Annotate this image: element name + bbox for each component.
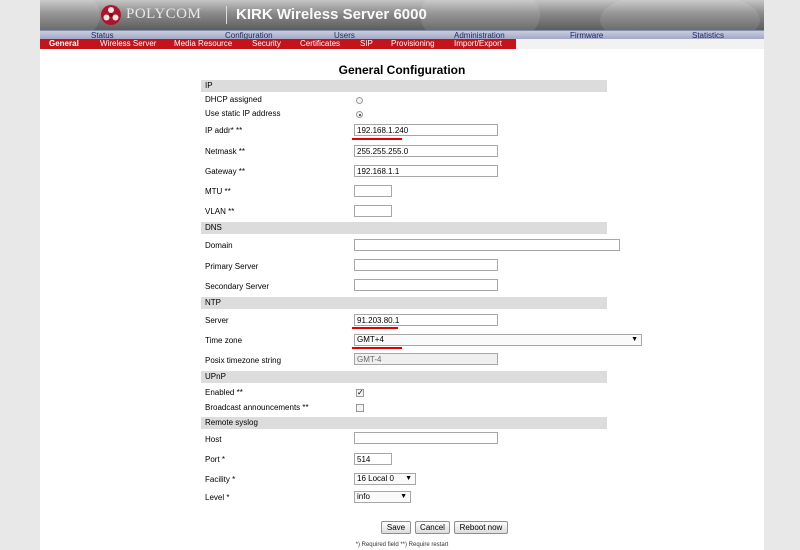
static-ip-radio[interactable] (356, 111, 363, 118)
timezone-select[interactable]: GMT+4 ▼ (354, 334, 642, 346)
secondary-dns-input[interactable] (354, 279, 498, 291)
syslog-port-input[interactable] (354, 453, 392, 465)
syslog-host-label: Host (205, 435, 222, 444)
mtu-label: MTU ** (205, 187, 231, 196)
subnav-general[interactable]: General (49, 39, 79, 49)
section-ip-header: IP (201, 80, 607, 92)
broadcast-label: Broadcast announcements ** (205, 403, 309, 412)
dhcp-radio[interactable] (356, 97, 363, 104)
posix-label: Posix timezone string (205, 356, 282, 365)
ntp-server-highlight (352, 327, 398, 329)
timezone-value: GMT+4 (357, 335, 384, 344)
ntp-server-label: Server (205, 316, 229, 325)
vlan-label: VLAN ** (205, 207, 235, 216)
syslog-level-label: Level * (205, 493, 230, 502)
polycom-logo-icon (101, 5, 121, 25)
chevron-down-icon: ▼ (400, 493, 407, 500)
gateway-input[interactable] (354, 165, 498, 177)
primary-dns-label: Primary Server (205, 262, 259, 271)
reboot-button[interactable]: Reboot now (454, 521, 508, 534)
sub-nav: General Wireless Server Media Resource S… (40, 39, 516, 49)
section-dns-header: DNS (201, 222, 607, 234)
product-title: KIRK Wireless Server 6000 (236, 6, 427, 23)
posix-input (354, 353, 498, 365)
section-ntp-header: NTP (201, 297, 607, 309)
main-nav: Status Configuration Users Administratio… (40, 30, 764, 40)
ip-addr-highlight (352, 138, 402, 140)
subnav-sip[interactable]: SIP (360, 39, 373, 49)
mtu-input[interactable] (354, 185, 392, 197)
subnav-import-export[interactable]: Import/Export (454, 39, 502, 49)
cancel-button[interactable]: Cancel (415, 521, 450, 534)
timezone-label: Time zone (205, 336, 243, 345)
secondary-dns-label: Secondary Server (205, 282, 270, 291)
gateway-label: Gateway ** (205, 167, 246, 176)
header-banner: POLYCOM KIRK Wireless Server 6000 (40, 0, 764, 30)
domain-label: Domain (205, 241, 233, 250)
timezone-highlight (352, 347, 402, 349)
subnav-security[interactable]: Security (252, 39, 281, 49)
syslog-port-label: Port * (205, 455, 226, 464)
page: POLYCOM KIRK Wireless Server 6000 Status… (40, 0, 764, 550)
section-upnp-header: UPnP (201, 371, 607, 383)
ip-addr-label: IP addr* ** (205, 126, 243, 135)
static-ip-label: Use static IP address (205, 109, 281, 118)
subnav-certificates[interactable]: Certificates (300, 39, 340, 49)
broadcast-checkbox[interactable] (356, 404, 364, 412)
syslog-level-select[interactable]: info ▼ (354, 491, 411, 503)
primary-dns-input[interactable] (354, 259, 498, 271)
save-button[interactable]: Save (381, 521, 411, 534)
required-footnote: *) Required field **) Require restart (355, 542, 449, 548)
subnav-filler (516, 39, 764, 49)
vlan-input[interactable] (354, 205, 392, 217)
upnp-enabled-label: Enabled ** (205, 388, 243, 397)
upnp-enabled-checkbox[interactable]: ✓ (356, 389, 364, 397)
ntp-server-input[interactable] (354, 314, 498, 326)
syslog-level-value: info (357, 492, 370, 501)
domain-input[interactable] (354, 239, 620, 251)
netmask-label: Netmask ** (205, 147, 246, 156)
syslog-facility-label: Facility * (205, 475, 236, 484)
chevron-down-icon: ▼ (631, 336, 638, 343)
section-syslog-header: Remote syslog (201, 417, 607, 429)
brand-name: POLYCOM (126, 6, 202, 22)
subnav-provisioning[interactable]: Provisioning (391, 39, 435, 49)
ip-addr-input[interactable] (354, 124, 498, 136)
page-title: General Configuration (338, 63, 466, 77)
header-divider (226, 6, 227, 24)
dhcp-label: DHCP assigned (205, 95, 262, 104)
subnav-media-resource[interactable]: Media Resource (174, 39, 232, 49)
chevron-down-icon: ▼ (405, 475, 412, 482)
netmask-input[interactable] (354, 145, 498, 157)
subnav-wireless-server[interactable]: Wireless Server (100, 39, 156, 49)
syslog-facility-select[interactable]: 16 Local 0 ▼ (354, 473, 416, 485)
syslog-host-input[interactable] (354, 432, 498, 444)
syslog-facility-value: 16 Local 0 (357, 474, 394, 483)
